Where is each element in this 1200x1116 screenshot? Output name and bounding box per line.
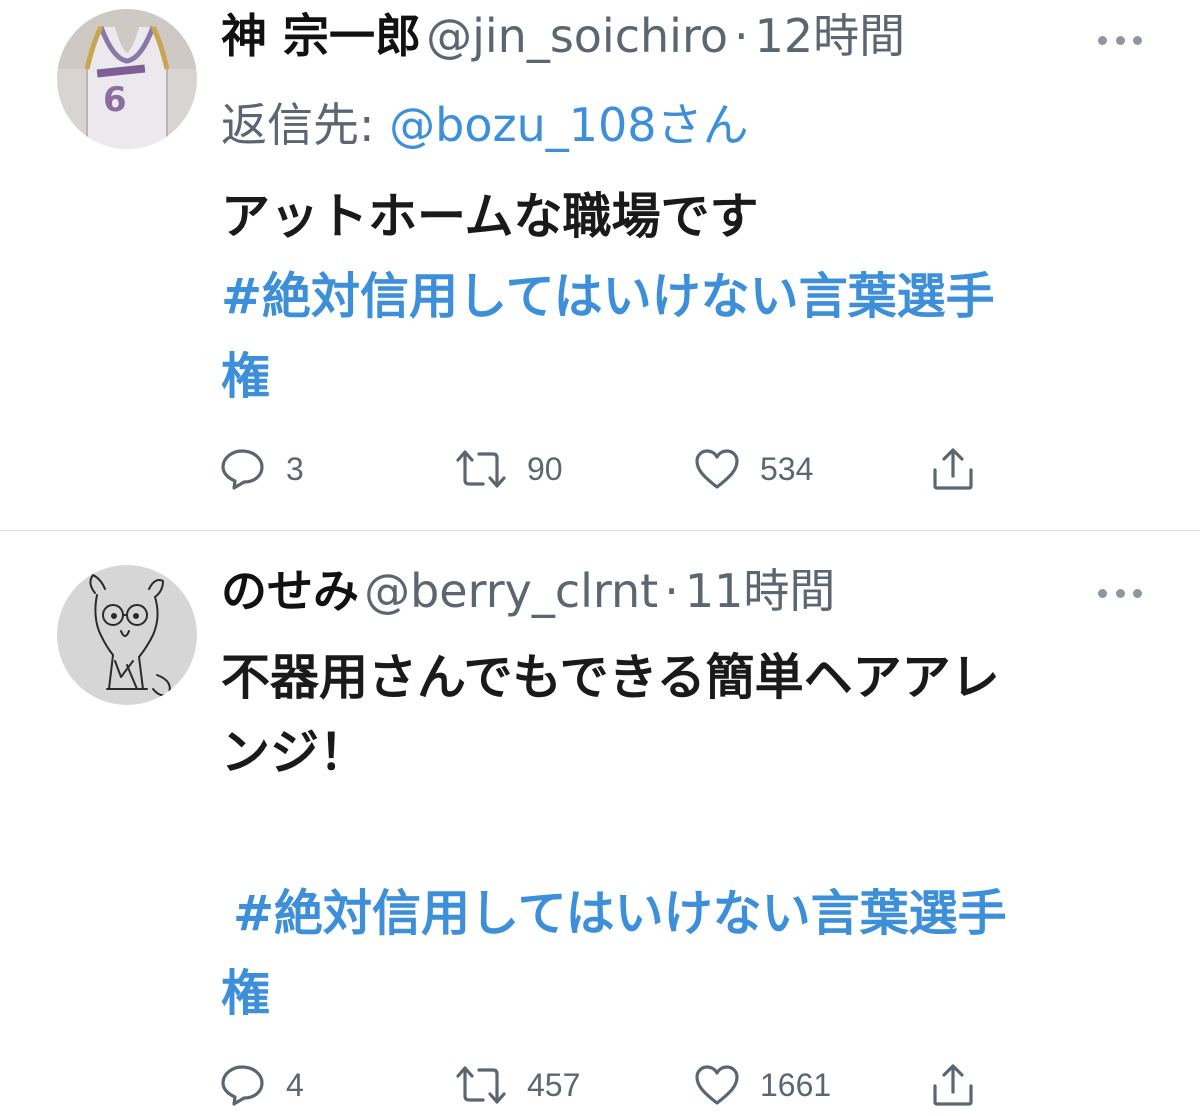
retweet-count: 457 — [527, 1066, 581, 1103]
tweet-header: のせみ @berry_clrnt · 11時間 — [221, 568, 835, 614]
heart-icon — [695, 449, 739, 489]
reply-button[interactable]: 4 — [220, 1064, 304, 1106]
hashtag-link[interactable]: #絶対信用してはいけない言葉選手 — [221, 272, 995, 321]
retweet-icon — [456, 1066, 506, 1104]
share-button[interactable] — [930, 446, 976, 492]
like-button[interactable]: 534 — [694, 448, 813, 490]
tweet[interactable]: のせみ @berry_clrnt · 11時間 不器用さんでもできる簡単ヘアアレ ン… — [0, 531, 1200, 1116]
user-handle[interactable]: @jin_soichiro — [426, 9, 728, 63]
reply-count: 4 — [286, 1066, 304, 1103]
reply-icon — [221, 1065, 264, 1106]
hashtag-link[interactable]: #絶対信用してはいけない言葉選手 — [233, 889, 1007, 938]
like-count: 534 — [760, 450, 814, 487]
share-icon — [933, 448, 973, 490]
display-name[interactable]: のせみ — [221, 564, 359, 618]
tweet-text-continued: ンジ！ — [221, 724, 369, 781]
retweet-icon — [456, 450, 506, 488]
tweet[interactable]: 6 神 宗一郎 @jin_soichiro · 12時間 返信先: @bozu_10… — [0, 0, 1200, 530]
share-button[interactable] — [930, 1062, 976, 1108]
like-button[interactable]: 1661 — [694, 1064, 831, 1106]
timestamp[interactable]: 11時間 — [685, 564, 836, 618]
share-icon — [933, 1064, 973, 1106]
retweet-count: 90 — [527, 450, 563, 487]
separator-dot: · — [664, 564, 679, 618]
tweet-text: アットホームな職場です — [221, 188, 759, 245]
reply-context: 返信先: @bozu_108さん — [221, 102, 749, 148]
reply-label: 返信先: — [221, 98, 375, 152]
reply-icon — [221, 449, 264, 490]
svg-text:6: 6 — [103, 80, 127, 120]
basketball-jersey-avatar: 6 — [57, 9, 197, 149]
heart-icon — [695, 1065, 739, 1105]
more-icon[interactable] — [1098, 587, 1142, 599]
reply-count: 3 — [286, 450, 304, 487]
like-count: 1661 — [760, 1066, 832, 1103]
retweet-button[interactable]: 457 — [455, 1064, 580, 1106]
more-icon[interactable] — [1098, 34, 1142, 46]
user-handle[interactable]: @berry_clrnt — [364, 564, 658, 618]
hashtag-link-continued[interactable]: 権 — [221, 969, 270, 1018]
cat-sketch-avatar — [57, 565, 197, 705]
tweet-text: 不器用さんでもできる簡単ヘアアレ — [221, 649, 1000, 706]
avatar[interactable] — [57, 565, 197, 705]
timestamp[interactable]: 12時間 — [755, 9, 906, 63]
hashtag-link-continued[interactable]: 権 — [221, 352, 270, 401]
reply-button[interactable]: 3 — [220, 448, 304, 490]
tweet-header: 神 宗一郎 @jin_soichiro · 12時間 — [221, 13, 905, 59]
reply-mention-link[interactable]: @bozu_108さん — [389, 98, 748, 152]
separator-dot: · — [733, 9, 749, 63]
retweet-button[interactable]: 90 — [455, 448, 563, 490]
avatar[interactable]: 6 — [57, 9, 197, 149]
display-name[interactable]: 神 宗一郎 — [221, 9, 421, 63]
